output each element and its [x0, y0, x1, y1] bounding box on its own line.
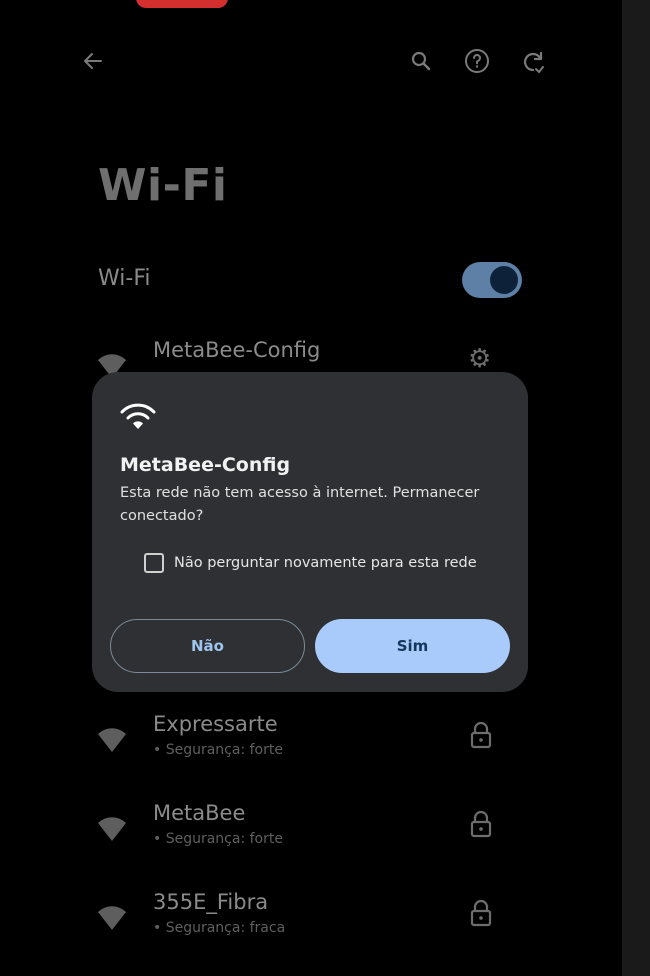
side-edge — [622, 0, 650, 976]
wifi-toggle-label: Wi-Fi — [98, 266, 151, 291]
wifi-signal-icon — [96, 902, 128, 934]
dialog-title: MetaBee-Config — [120, 454, 291, 476]
dialog-message: Esta rede não tem acesso à internet. Per… — [120, 485, 480, 524]
toggle-knob — [490, 266, 518, 294]
network-security: • Segurança: forte — [153, 742, 283, 758]
no-button[interactable]: Não — [110, 619, 305, 673]
no-internet-dialog: MetaBee-Config Esta rede não tem acesso … — [92, 372, 528, 692]
network-name: 355E_Fibra — [153, 890, 269, 914]
lock-icon — [468, 720, 494, 750]
dont-ask-again-label: Não perguntar novamente para esta rede — [174, 555, 477, 571]
yes-button[interactable]: Sim — [315, 619, 510, 673]
wifi-signal-icon — [96, 813, 128, 845]
network-name: MetaBee — [153, 801, 246, 825]
wifi-toggle[interactable] — [462, 262, 522, 298]
network-item[interactable]: 355E_Fibra • Segurança: fraca — [96, 890, 536, 950]
wifi-signal-icon — [96, 724, 128, 756]
page-title: Wi-Fi — [98, 160, 228, 211]
refresh-icon[interactable] — [518, 47, 548, 77]
dont-ask-again-checkbox[interactable] — [144, 553, 164, 573]
network-security: • Segurança: forte — [153, 831, 283, 847]
gear-icon[interactable]: ⚙ — [468, 346, 494, 372]
dont-ask-again-row[interactable]: Não perguntar novamente para esta rede — [144, 552, 477, 574]
recording-indicator — [136, 0, 228, 8]
network-item[interactable]: Expressarte • Segurança: forte — [96, 712, 536, 772]
network-item[interactable]: MetaBee • Segurança: forte — [96, 801, 536, 861]
back-arrow-icon[interactable] — [78, 46, 108, 76]
help-circle-icon[interactable] — [462, 46, 492, 76]
network-security: • Segurança: fraca — [153, 920, 286, 936]
search-icon[interactable] — [406, 46, 436, 76]
wifi-icon — [120, 402, 156, 432]
network-name: Expressarte — [153, 712, 278, 736]
lock-icon — [468, 809, 494, 839]
lock-icon — [468, 898, 494, 928]
network-name: MetaBee-Config — [153, 338, 321, 362]
